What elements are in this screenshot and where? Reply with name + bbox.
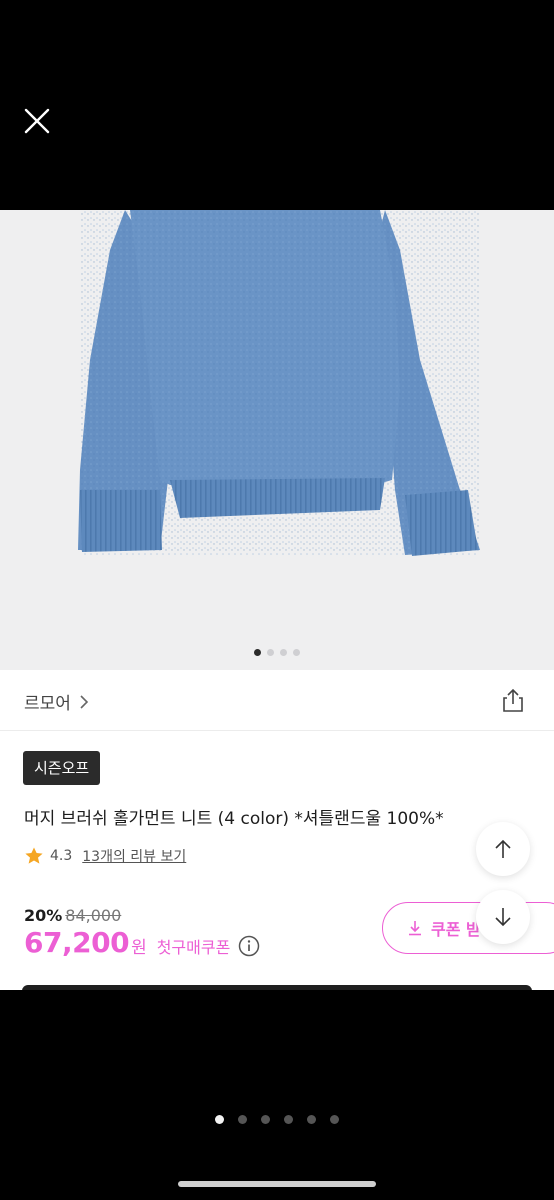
brand-row: 르모어 xyxy=(0,670,554,731)
chevron-right-icon xyxy=(80,694,89,709)
coupon-button-label: 쿠폰 받 xyxy=(431,920,481,939)
close-icon xyxy=(24,108,50,134)
page-dot[interactable] xyxy=(307,1115,316,1124)
brand-link[interactable]: 르모어 xyxy=(24,689,89,714)
discount-row: 20% 84,000 xyxy=(24,906,121,925)
download-icon xyxy=(409,921,421,936)
original-price: 84,000 xyxy=(65,906,122,925)
product-title: 머지 브러쉬 홀가먼트 니트 (4 color) *셔틀랜드울 100%* xyxy=(24,809,444,829)
currency-label: 원 xyxy=(131,938,147,958)
sale-price: 67,200 xyxy=(24,926,130,959)
discount-rate: 20% xyxy=(24,906,63,925)
close-button[interactable] xyxy=(22,106,52,136)
arrow-down-icon xyxy=(495,908,511,927)
scroll-top-button[interactable] xyxy=(476,822,530,876)
page-dot[interactable] xyxy=(261,1115,270,1124)
scroll-bottom-button[interactable] xyxy=(476,890,530,944)
share-button[interactable] xyxy=(500,687,526,713)
gallery-dot[interactable] xyxy=(254,649,261,656)
review-link[interactable]: 13개의 리뷰 보기 xyxy=(82,846,186,866)
price-row: 67,200 원 첫구매쿠폰 xyxy=(24,926,260,959)
first-purchase-coupon-label: 첫구매쿠폰 xyxy=(156,937,231,957)
star-icon xyxy=(25,847,43,864)
gallery-dot[interactable] xyxy=(293,649,300,656)
viewer-page-dots xyxy=(0,1115,554,1124)
rating-row: 4.3 13개의 리뷰 보기 xyxy=(24,846,186,866)
page-dot[interactable] xyxy=(215,1115,224,1124)
rating-value: 4.3 xyxy=(50,848,73,864)
share-icon xyxy=(503,688,523,712)
info-icon[interactable] xyxy=(238,935,260,957)
product-image[interactable] xyxy=(0,210,554,670)
season-off-badge: 시즌오프 xyxy=(23,751,101,785)
gallery-dot[interactable] xyxy=(280,649,287,656)
arrow-up-icon xyxy=(495,839,511,858)
sweater-image xyxy=(78,210,480,556)
product-info-panel: 르모어 시즌오프 머지 브러쉬 홀가먼트 니트 (4 color) *셔틀랜드울… xyxy=(0,670,554,990)
brand-name: 르모어 xyxy=(24,694,71,714)
page-dot[interactable] xyxy=(330,1115,339,1124)
purchase-bar-edge xyxy=(22,985,532,990)
gallery-dots xyxy=(0,649,554,656)
home-indicator[interactable] xyxy=(178,1181,376,1187)
page-dot[interactable] xyxy=(284,1115,293,1124)
page-dot[interactable] xyxy=(238,1115,247,1124)
gallery-dot[interactable] xyxy=(267,649,274,656)
